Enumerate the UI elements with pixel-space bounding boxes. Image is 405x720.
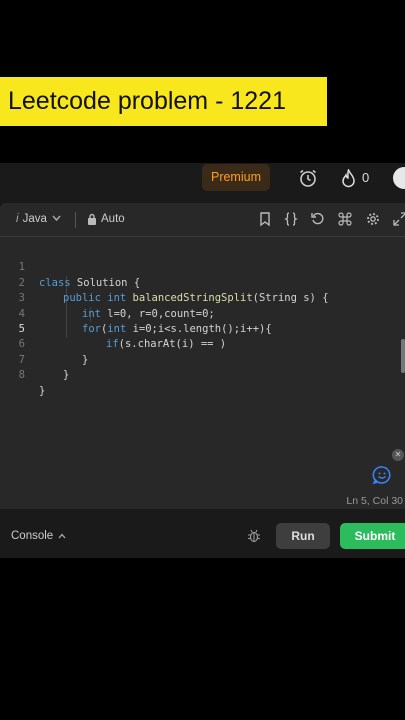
command-icon[interactable] — [337, 211, 353, 227]
reset-icon[interactable] — [310, 211, 326, 227]
bookmark-icon[interactable] — [257, 211, 273, 227]
run-button[interactable]: Run — [276, 523, 330, 549]
line-number: 8 — [18, 369, 25, 382]
code-line-5: 5 if(s.charAt(i) == ) — [0, 307, 405, 350]
premium-button[interactable]: Premium — [202, 164, 270, 191]
code-token: } — [39, 384, 46, 397]
code-line-4: 4 for(int i=0;i<s.length();i++){ — [0, 291, 405, 335]
scrollbar[interactable] — [401, 339, 405, 373]
console-bar: Console Run Submit — [0, 515, 405, 558]
fire-streak-icon[interactable] — [340, 169, 357, 188]
settings-gear-icon[interactable] — [365, 211, 381, 227]
debug-bug-icon[interactable] — [247, 529, 261, 543]
code-line-6: 6 } — [0, 322, 405, 365]
code-line-1: 1 class Solution { — [0, 245, 405, 288]
fire-count: 0 — [362, 170, 370, 185]
code-line-8: 8 } — [0, 353, 405, 396]
avatar[interactable] — [393, 167, 405, 189]
code-token: } — [63, 369, 70, 382]
code-line-7: 7 } — [0, 337, 405, 381]
submit-button[interactable]: Submit — [340, 523, 405, 549]
braces-icon[interactable] — [283, 211, 299, 227]
chevron-down-icon[interactable] — [52, 215, 61, 222]
expand-icon[interactable] — [392, 211, 405, 227]
chevron-up-icon[interactable] — [58, 533, 66, 539]
code-area[interactable]: 1 class Solution { 2 public int balanced… — [0, 245, 405, 396]
feedback-smiley-icon[interactable] — [372, 465, 392, 485]
language-label: Java — [22, 213, 47, 225]
lock-icon — [88, 213, 96, 225]
leetcode-app: Premium 0 i Java Auto 1 class Solution {… — [0, 163, 405, 558]
language-selector[interactable]: i Java — [16, 213, 47, 225]
video-title-banner: Leetcode problem - 1221 — [0, 77, 327, 126]
editor-toolbar: i Java Auto — [0, 203, 405, 237]
console-toggle[interactable]: Console — [11, 530, 53, 542]
info-icon: i — [16, 213, 19, 225]
close-icon[interactable]: ✕ — [392, 449, 404, 461]
top-bar: Premium 0 — [0, 163, 405, 197]
auto-mode-label[interactable]: Auto — [101, 213, 125, 225]
cursor-position: Ln 5, Col 30 — [346, 495, 403, 507]
code-line-3: 3 int l=0, r=0,count=0; — [0, 276, 405, 319]
code-editor: i Java Auto 1 class Solution { 2 public … — [0, 203, 405, 509]
toolbar-divider — [75, 212, 76, 228]
alarm-clock-icon[interactable] — [298, 168, 318, 188]
code-line-2: 2 public int balancedStringSplit(String … — [0, 260, 405, 304]
